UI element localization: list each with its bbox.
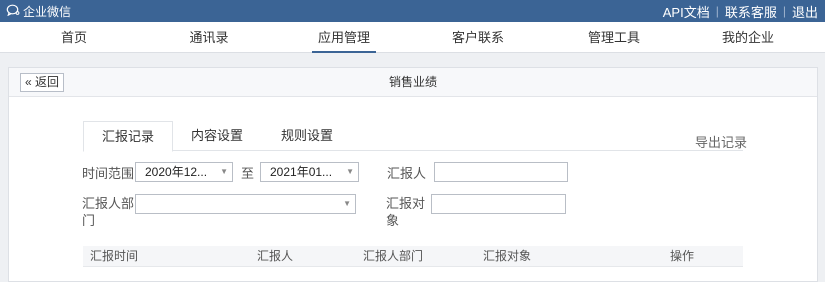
reporter-dept-label-line1: 汇报人部: [82, 196, 135, 211]
to-label: 至: [241, 166, 255, 181]
divider: |: [782, 4, 786, 18]
page-title: 销售业绩: [388, 75, 437, 89]
caret-down-icon: ▼: [346, 167, 354, 176]
tab-report-records[interactable]: 汇报记录: [83, 121, 173, 152]
divider: |: [715, 4, 719, 18]
reporter-dept-select[interactable]: ▼: [135, 194, 356, 214]
api-docs-link[interactable]: API文档: [663, 2, 710, 21]
end-date-select[interactable]: 2021年01... ▼: [260, 162, 359, 182]
top-links: API文档 | 联系客服 | 退出: [663, 0, 818, 22]
tab-bar: 汇报记录 内容设置 规则设置: [83, 121, 743, 152]
report-target-input[interactable]: [431, 194, 566, 214]
tab-rule-settings[interactable]: 规则设置: [275, 121, 339, 151]
col-reporter-dept: 汇报人部门: [363, 249, 424, 263]
report-target-label-line2: 象: [386, 213, 400, 228]
wework-logo-icon: [6, 4, 23, 19]
col-report-target: 汇报对象: [483, 249, 532, 263]
col-report-time: 汇报时间: [90, 249, 139, 263]
content-panel: « 返回 销售业绩 汇报记录 内容设置 规则设置 导出记录 时间范围 2020年…: [8, 67, 818, 282]
caret-down-icon: ▼: [343, 199, 351, 208]
main-nav: 首页 通讯录 应用管理 客户联系 管理工具 我的企业: [0, 22, 825, 53]
nav-item-app-management[interactable]: 应用管理: [312, 22, 376, 53]
nav-item-contacts[interactable]: 通讯录: [182, 22, 236, 53]
col-actions: 操作: [670, 249, 695, 263]
nav-item-my-enterprise[interactable]: 我的企业: [716, 22, 780, 53]
time-range-label: 时间范围: [82, 166, 135, 181]
nav-item-home[interactable]: 首页: [52, 22, 96, 53]
caret-down-icon: ▼: [220, 167, 228, 176]
contact-support-link[interactable]: 联系客服: [725, 2, 777, 21]
nav-item-customer-contact[interactable]: 客户联系: [446, 22, 510, 53]
start-date-value: 2020年12...: [145, 165, 208, 179]
report-target-label-line1: 汇报对: [386, 196, 426, 211]
reporter-dept-label-line2: 门: [82, 213, 96, 228]
report-target-label: 汇报对 象: [386, 195, 425, 229]
export-records-link[interactable]: 导出记录: [695, 132, 747, 151]
panel-header: « 返回 销售业绩: [9, 68, 817, 97]
reporter-input[interactable]: [434, 162, 568, 182]
col-reporter: 汇报人: [257, 249, 294, 263]
table-header: 汇报时间 汇报人 汇报人部门 汇报对象 操作: [83, 246, 743, 267]
start-date-select[interactable]: 2020年12... ▼: [135, 162, 233, 182]
brand: 企业微信: [6, 0, 71, 22]
reporter-label: 汇报人: [387, 166, 427, 181]
tab-content-settings[interactable]: 内容设置: [185, 121, 249, 151]
back-button[interactable]: « 返回: [20, 73, 65, 92]
end-date-value: 2021年01...: [270, 165, 333, 179]
logout-link[interactable]: 退出: [792, 2, 818, 21]
top-bar: 企业微信 API文档 | 联系客服 | 退出: [0, 0, 825, 22]
nav-item-management-tools[interactable]: 管理工具: [582, 22, 646, 53]
brand-name: 企业微信: [23, 4, 72, 19]
reporter-dept-label: 汇报人部 门: [82, 195, 134, 229]
